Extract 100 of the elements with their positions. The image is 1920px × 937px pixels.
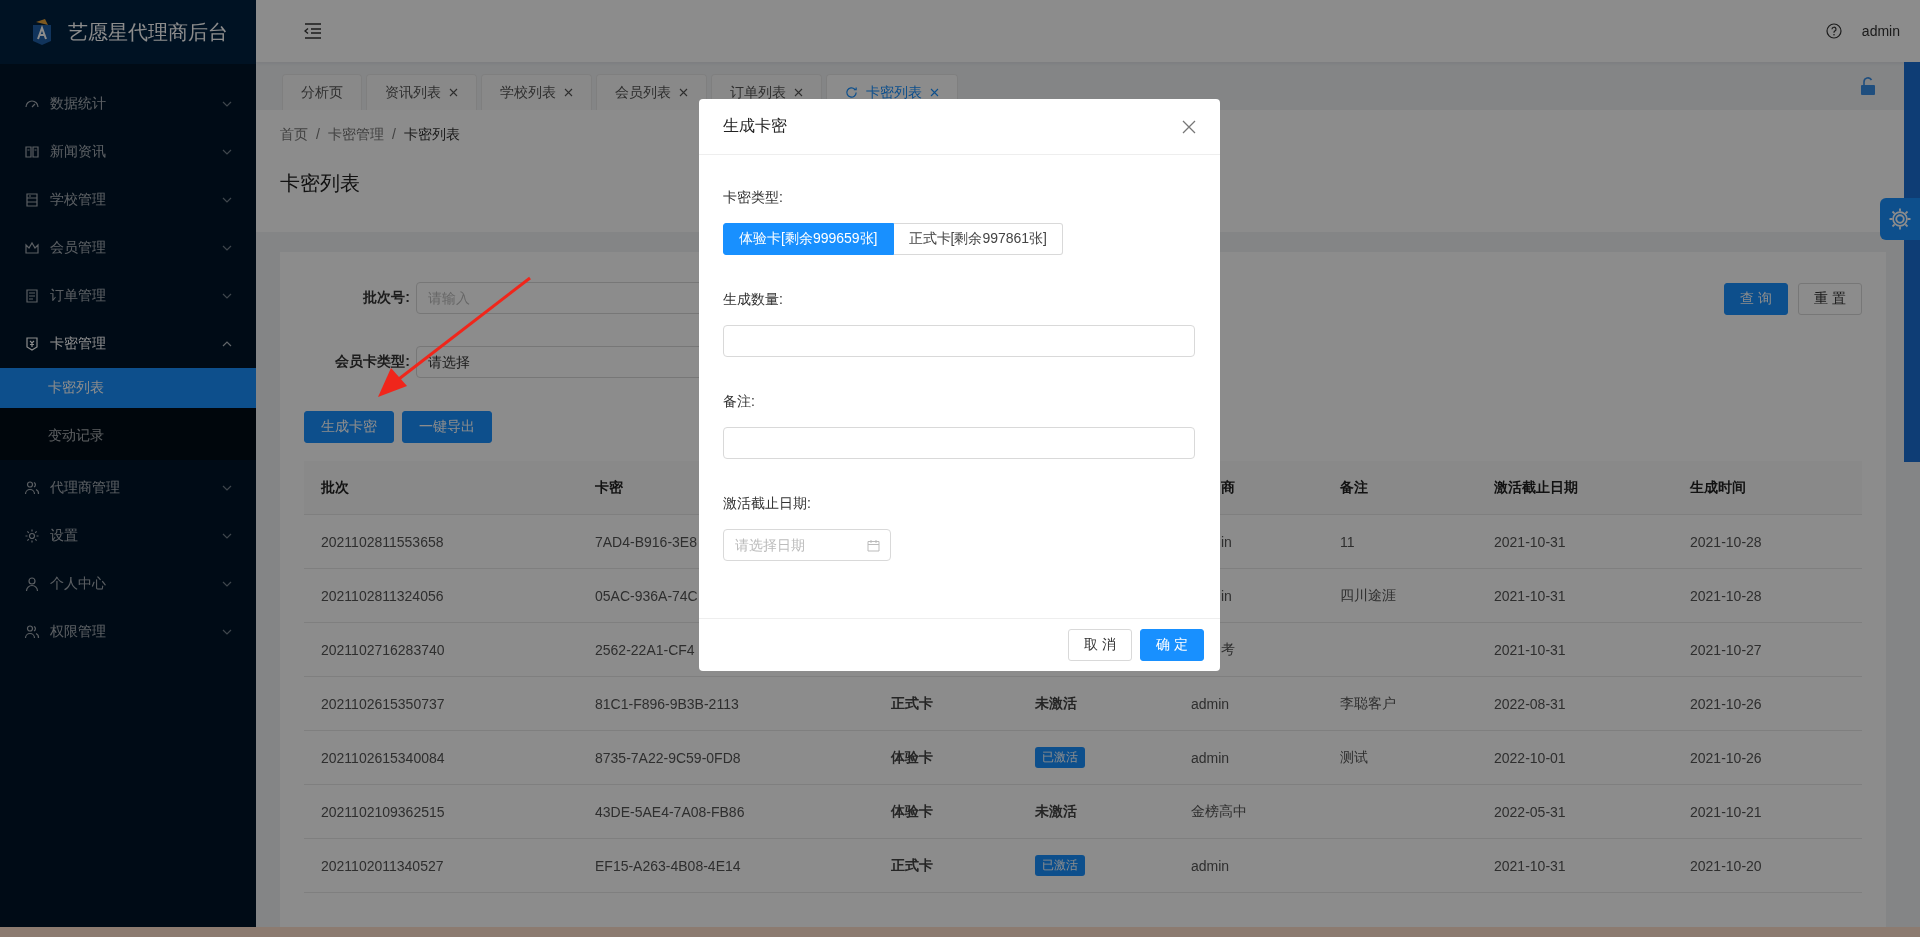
- table-cell: 2021-10-28: [1690, 587, 1762, 604]
- status-text: 未激活: [1035, 802, 1077, 821]
- breadcrumb-link[interactable]: 首页: [280, 126, 308, 144]
- table-cell: EF15-A263-4B08-4E14: [595, 857, 741, 874]
- status-tag: 已激活: [1035, 747, 1085, 768]
- table-cell: 43DE-5AE4-7A08-FB86: [595, 803, 745, 820]
- query-button[interactable]: 查 询: [1724, 283, 1788, 315]
- field-label: 激活截止日期:: [723, 495, 811, 513]
- user-name[interactable]: admin: [1861, 23, 1900, 39]
- submenu-item[interactable]: 卡密列表: [0, 368, 256, 408]
- input-field[interactable]: [723, 427, 1195, 459]
- table-cell: 2022-08-31: [1494, 695, 1566, 712]
- logo-icon: [30, 18, 54, 46]
- table-cell: in: [1221, 587, 1232, 604]
- table-cell: 2021-10-31: [1494, 587, 1566, 604]
- close-icon[interactable]: [564, 88, 573, 97]
- table-cell: 81C1-F896-9B3B-2113: [595, 695, 739, 712]
- settings-button[interactable]: [1880, 198, 1920, 240]
- close-icon[interactable]: [1182, 119, 1196, 134]
- column-header: 商: [1220, 478, 1236, 497]
- page-tab[interactable]: 分析页: [282, 74, 362, 110]
- dialog-title: 生成卡密: [723, 116, 787, 136]
- app-title: 艺愿星代理商后台: [68, 19, 228, 45]
- column-header: 卡密: [594, 478, 624, 497]
- gear-icon: [1888, 207, 1912, 231]
- input-field[interactable]: [723, 325, 1195, 357]
- breadcrumb-separator: /: [391, 126, 396, 144]
- page-tab[interactable]: 资讯列表: [366, 74, 477, 110]
- table-cell: 2021-10-31: [1494, 641, 1566, 658]
- unlock-icon[interactable]: [1860, 77, 1876, 95]
- close-icon[interactable]: [794, 88, 803, 97]
- table-cell: 2021-10-31: [1494, 857, 1566, 874]
- table-cell: 体验卡: [891, 802, 933, 821]
- menu-item[interactable]: 订单管理: [0, 276, 256, 316]
- table-cell: 2021-10-26: [1690, 749, 1762, 766]
- column-header: 备注: [1339, 478, 1369, 497]
- breadcrumb-link[interactable]: 卡密列表: [403, 126, 460, 144]
- table-cell: 2562-22A1-CF4: [595, 641, 695, 658]
- table-cell: 2021102011340527: [321, 857, 444, 874]
- chevron-icon: [222, 341, 232, 347]
- radio-button[interactable]: 正式卡[剩余997861张]: [893, 223, 1063, 255]
- table-cell: 2021102615340084: [321, 749, 445, 766]
- table-cell: 考: [1221, 640, 1235, 659]
- confirm-button[interactable]: 确 定: [1140, 629, 1204, 661]
- table-cell: 05AC-936A-74C: [595, 587, 698, 604]
- menu-item[interactable]: 设置: [0, 516, 256, 556]
- menu-item[interactable]: 个人中心: [0, 564, 256, 604]
- menu-item[interactable]: 会员管理: [0, 228, 256, 268]
- table-cell: 2021102811324056: [321, 587, 444, 604]
- help-icon[interactable]: [1825, 23, 1842, 39]
- table-cell: admin: [1191, 749, 1230, 766]
- date-picker[interactable]: 请选择日期: [723, 529, 891, 561]
- filter-label: 批次号:: [362, 289, 411, 307]
- close-icon[interactable]: [930, 88, 939, 97]
- table-cell: 金榜高中: [1191, 802, 1247, 821]
- column-header: 批次: [320, 478, 350, 497]
- radio-button[interactable]: 体验卡[剩余999659张]: [723, 223, 894, 255]
- table-cell: 2021-10-21: [1690, 803, 1762, 820]
- table-cell: in: [1221, 533, 1232, 550]
- menu-item[interactable]: 新闻资讯: [0, 132, 256, 172]
- table-cell: 2021102109362515: [321, 803, 445, 820]
- action-button[interactable]: 生成卡密: [304, 411, 394, 443]
- menu-item[interactable]: 权限管理: [0, 612, 256, 652]
- table-cell: admin: [1191, 695, 1230, 712]
- reset-button[interactable]: 重 置: [1798, 283, 1862, 315]
- menu-item[interactable]: 代理商管理: [0, 468, 256, 508]
- table-cell: 2022-10-01: [1494, 749, 1566, 766]
- table-cell: 2021-10-27: [1690, 641, 1762, 658]
- status-tag: 已激活: [1035, 855, 1085, 876]
- column-header: 激活截止日期: [1493, 478, 1579, 497]
- field-label: 生成数量:: [723, 291, 783, 309]
- close-icon[interactable]: [679, 88, 688, 97]
- submenu-item[interactable]: 变动记录: [0, 416, 256, 456]
- table-cell: 2022-05-31: [1494, 803, 1566, 820]
- table-cell: 2021-10-26: [1690, 695, 1762, 712]
- action-button[interactable]: 一键导出: [402, 411, 492, 443]
- filter-label: 会员卡类型:: [334, 353, 411, 371]
- table-cell: 四川途涯: [1340, 586, 1396, 605]
- close-icon[interactable]: [449, 88, 458, 97]
- menu-fold-icon[interactable]: [304, 23, 322, 39]
- table-cell: 正式卡: [891, 856, 933, 875]
- table-cell: 测试: [1340, 748, 1368, 767]
- calendar-icon: [867, 539, 880, 552]
- field-label: 卡密类型:: [723, 189, 783, 207]
- menu-item[interactable]: 学校管理: [0, 180, 256, 220]
- table-cell: 李聪客户: [1340, 694, 1396, 713]
- table-cell: 体验卡: [891, 748, 933, 767]
- table-cell: 2021102716283740: [321, 641, 445, 658]
- field-label: 备注:: [723, 393, 755, 411]
- page-tab[interactable]: 学校列表: [481, 74, 592, 110]
- table-cell: 7AD4-B916-3E8: [595, 533, 697, 550]
- menu-item[interactable]: 卡密管理: [0, 324, 256, 364]
- breadcrumb-link[interactable]: 卡密管理: [327, 126, 384, 144]
- page-tab[interactable]: 会员列表: [596, 74, 707, 110]
- table-cell: 8735-7A22-9C59-0FD8: [595, 749, 741, 766]
- table-cell: 11: [1340, 533, 1355, 550]
- menu-item[interactable]: 数据统计: [0, 84, 256, 124]
- table-cell: admin: [1191, 857, 1230, 874]
- table-cell: 2021-10-20: [1690, 857, 1762, 874]
- cancel-button[interactable]: 取 消: [1068, 629, 1132, 661]
